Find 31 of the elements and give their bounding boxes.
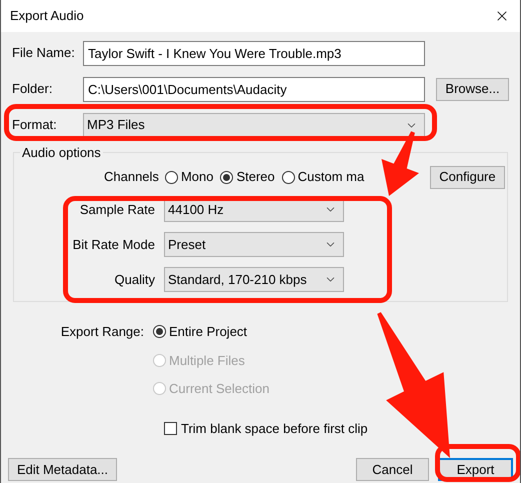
radio-label: Custom ma: [298, 168, 364, 186]
checkbox-label: Trim blank space before first clip: [181, 420, 368, 438]
radio-button[interactable]: [153, 325, 166, 338]
field-label: Sample Rate: [78, 200, 156, 219]
input-field[interactable]: C:\Users\001\Documents\Audacity: [83, 76, 425, 102]
radio-label: Stereo: [236, 168, 275, 186]
field-label: Quality: [114, 270, 156, 289]
browse-button[interactable]: Browse...: [436, 78, 509, 100]
checkbox[interactable]: [164, 422, 177, 435]
radio-label: Multiple Files: [169, 352, 245, 370]
field-label: Folder:: [12, 80, 54, 98]
dropdown[interactable]: MP3 Files: [83, 112, 425, 138]
radio-button[interactable]: [164, 170, 178, 184]
field-label: Channels: [104, 168, 159, 186]
dropdown[interactable]: Preset: [164, 232, 344, 257]
field-label: Format:: [12, 116, 58, 134]
radio-button[interactable]: [282, 170, 295, 184]
dialog-button[interactable]: Edit Metadata...: [8, 458, 117, 481]
annotation-arrow: [382, 131, 419, 196]
configure-button[interactable]: Configure: [430, 166, 505, 188]
dialog-button[interactable]: Cancel: [356, 458, 429, 481]
window-title: Export Audio: [10, 7, 84, 26]
field-label: Bit Rate Mode: [72, 236, 156, 254]
input-field[interactable]: Taylor Swift - I Knew You Were Trouble.mp3: [83, 40, 425, 66]
radio-label: Current Selection: [169, 380, 270, 398]
field-label: Export Range:: [60, 323, 145, 340]
field-label: File Name:: [12, 44, 76, 62]
radio-button[interactable]: [220, 170, 234, 184]
radio-label: Mono: [180, 168, 214, 186]
dropdown[interactable]: Standard, 170-210 kbps: [164, 267, 344, 292]
radio-label: Entire Project: [169, 323, 248, 341]
